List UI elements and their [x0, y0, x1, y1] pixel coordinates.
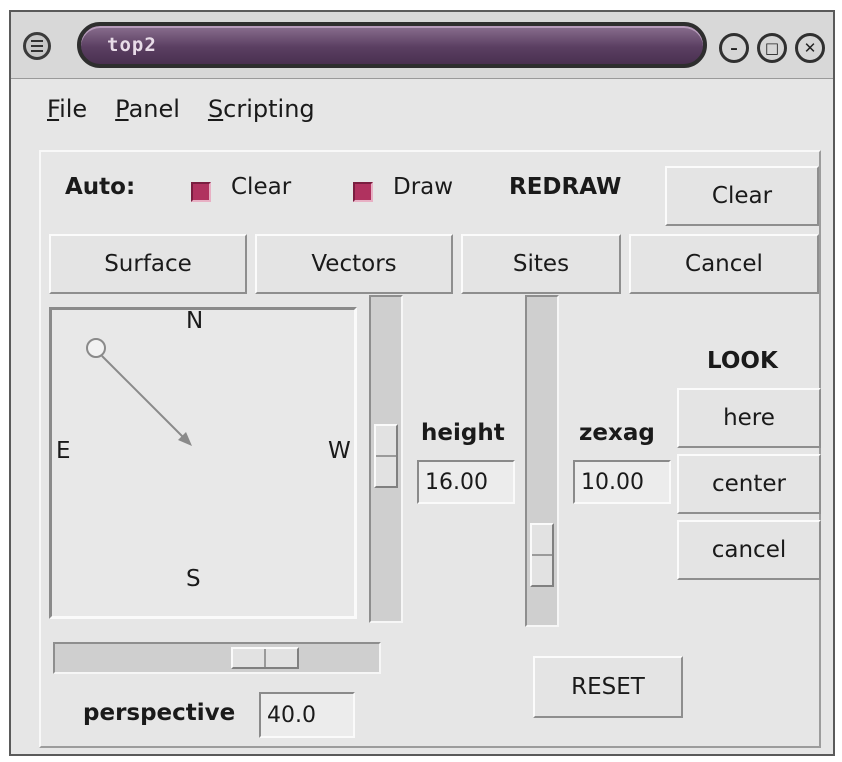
view-panel: Auto: Clear Draw REDRAW Clear Surface Ve… [39, 150, 821, 748]
zexag-label: zexag [579, 420, 655, 446]
window-menu-icon[interactable] [23, 32, 51, 60]
height-slider[interactable] [369, 295, 403, 623]
perspective-label: perspective [83, 700, 236, 726]
menu-scripting[interactable]: Scripting [208, 95, 315, 123]
perspective-slider[interactable] [53, 642, 381, 674]
app-window: top2 – □ ✕ File Panel Scripting Auto: Cl… [9, 10, 835, 756]
height-slider-thumb[interactable] [374, 424, 398, 488]
zexag-slider-thumb[interactable] [530, 523, 554, 587]
menu-panel[interactable]: Panel [115, 95, 180, 123]
vectors-button[interactable]: Vectors [255, 234, 453, 294]
auto-clear-label[interactable]: Clear [231, 174, 291, 200]
maximize-icon[interactable]: □ [757, 33, 787, 63]
auto-draw-label[interactable]: Draw [393, 174, 453, 200]
cancel-draw-button[interactable]: Cancel [629, 234, 819, 294]
sites-button[interactable]: Sites [461, 234, 621, 294]
direction-arrow-icon [86, 338, 192, 446]
position-pad[interactable]: N E W S [49, 307, 357, 619]
window-title: top2 [107, 34, 157, 56]
menu-bar: File Panel Scripting [11, 79, 833, 139]
zexag-slider[interactable] [525, 295, 559, 627]
height-field[interactable]: 16.00 [417, 460, 515, 504]
reset-button[interactable]: RESET [533, 656, 683, 718]
height-label: height [421, 420, 505, 446]
menu-file[interactable]: File [47, 95, 87, 123]
perspective-slider-thumb[interactable] [231, 647, 299, 669]
position-handle-icon [86, 338, 106, 358]
title-pill[interactable]: top2 [77, 22, 707, 68]
look-label: LOOK [707, 348, 778, 374]
minimize-icon[interactable]: – [719, 33, 749, 63]
title-bar[interactable]: top2 – □ ✕ [11, 12, 833, 79]
auto-draw-checkbox[interactable] [353, 182, 373, 202]
look-center-button[interactable]: center [677, 454, 821, 514]
look-cancel-button[interactable]: cancel [677, 520, 821, 580]
redraw-label: REDRAW [509, 174, 622, 200]
auto-label: Auto: [65, 174, 136, 200]
look-here-button[interactable]: here [677, 388, 821, 448]
zexag-field[interactable]: 10.00 [573, 460, 671, 504]
auto-clear-checkbox[interactable] [191, 182, 211, 202]
surface-button[interactable]: Surface [49, 234, 247, 294]
clear-button[interactable]: Clear [665, 166, 819, 226]
close-icon[interactable]: ✕ [795, 33, 825, 63]
perspective-field[interactable]: 40.0 [259, 692, 355, 738]
